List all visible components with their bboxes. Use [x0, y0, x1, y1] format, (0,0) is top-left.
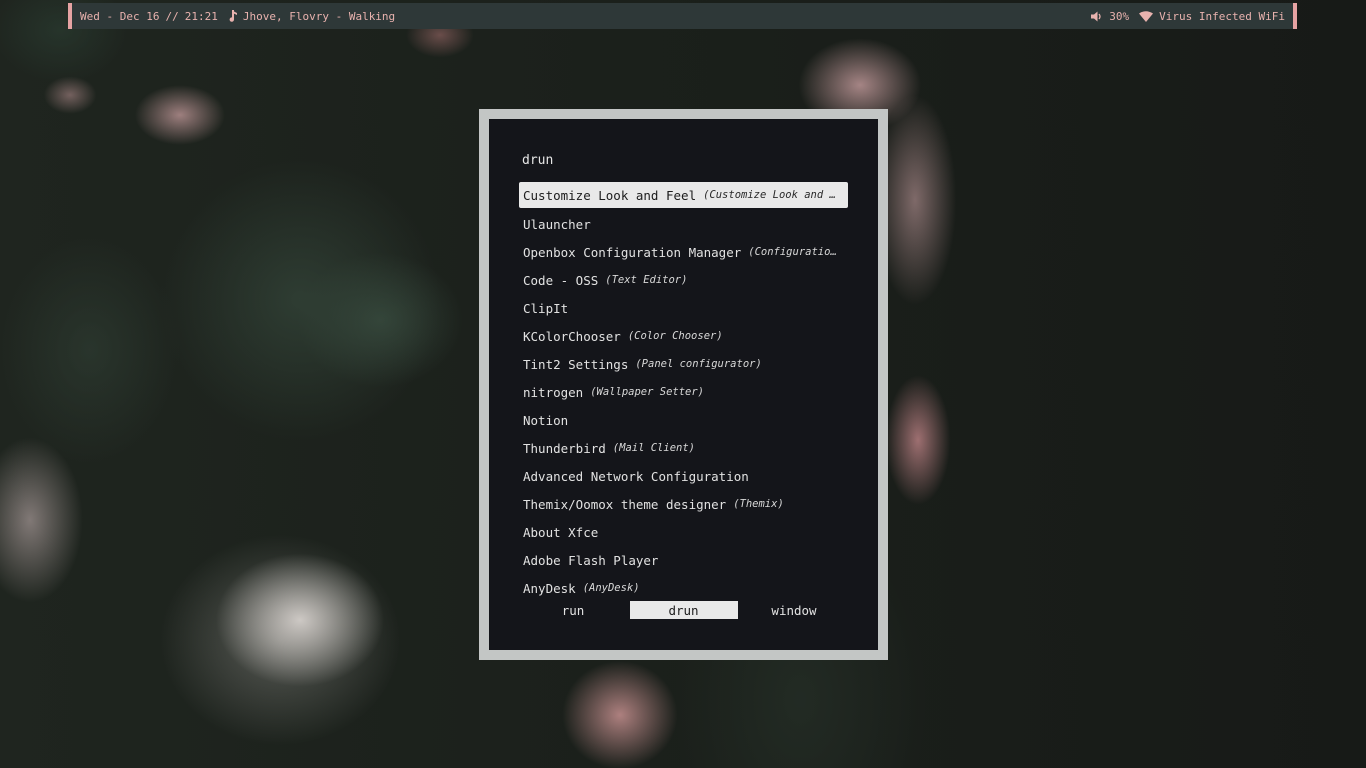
list-item[interactable]: Customize Look and Feel (Customize Look …: [519, 182, 848, 208]
app-description: (Text Editor): [605, 274, 688, 286]
list-item[interactable]: Themix/Oomox theme designer (Themix): [519, 490, 848, 518]
volume-label[interactable]: 30%: [1109, 10, 1129, 23]
app-name: Tint2 Settings: [523, 356, 629, 372]
list-item[interactable]: Ulauncher: [519, 210, 848, 238]
mode-button-run[interactable]: run: [519, 601, 627, 619]
list-item[interactable]: About Xfce: [519, 518, 848, 546]
launcher-main: drun Customize Look and Feel (Customize …: [489, 119, 878, 650]
app-description: (Themix): [733, 498, 784, 510]
app-description: (Wallpaper Setter): [590, 386, 705, 398]
app-description: (Mail Client): [612, 442, 695, 454]
app-description: (Customize Look and Feel): [703, 189, 842, 201]
time-label: 21:21: [184, 9, 218, 23]
app-name: KColorChooser: [523, 328, 621, 344]
date-label: Wed - Dec 16: [80, 9, 160, 23]
list-item[interactable]: Adobe Flash Player: [519, 546, 848, 574]
list-item[interactable]: Openbox Configuration Manager (Configura…: [519, 238, 848, 266]
bar-left-group: Wed - Dec 16 // 21:21 Jhove, Flovry - Wa…: [80, 10, 395, 23]
list-item[interactable]: Code - OSS (Text Editor): [519, 266, 848, 294]
app-name: Themix/Oomox theme designer: [523, 496, 727, 512]
list-item[interactable]: Notion: [519, 406, 848, 434]
mode-switcher: run drun window: [519, 601, 848, 619]
time-separator: //: [165, 9, 179, 23]
speaker-icon[interactable]: [1091, 11, 1103, 22]
app-name: Code - OSS: [523, 272, 599, 288]
app-description: (Color Chooser): [627, 330, 723, 342]
list-item[interactable]: ClipIt: [519, 294, 848, 322]
app-name: Adobe Flash Player: [523, 552, 659, 568]
list-item[interactable]: Advanced Network Configuration: [519, 462, 848, 490]
app-name: Openbox Configuration Manager: [523, 244, 742, 260]
app-description: (Configuration Ma…: [748, 246, 842, 258]
list-item[interactable]: KColorChooser (Color Chooser): [519, 322, 848, 350]
app-name: Advanced Network Configuration: [523, 468, 749, 484]
application-list: Customize Look and Feel (Customize Look …: [519, 182, 848, 602]
app-description: (Panel configurator): [635, 358, 762, 370]
app-name: Ulauncher: [523, 216, 591, 232]
list-item[interactable]: Thunderbird (Mail Client): [519, 434, 848, 462]
mode-button-window[interactable]: window: [740, 601, 848, 619]
app-name: About Xfce: [523, 524, 599, 540]
list-item[interactable]: AnyDesk (AnyDesk): [519, 574, 848, 602]
app-name: AnyDesk: [523, 580, 576, 596]
app-name: Customize Look and Feel: [523, 187, 697, 203]
wifi-icon[interactable]: [1139, 10, 1154, 22]
now-playing-label[interactable]: Jhove, Flovry - Walking: [243, 10, 395, 23]
app-name: ClipIt: [523, 300, 569, 316]
top-status-bar: Wed - Dec 16 // 21:21 Jhove, Flovry - Wa…: [68, 3, 1297, 29]
app-name: Notion: [523, 412, 569, 428]
list-item[interactable]: nitrogen (Wallpaper Setter): [519, 378, 848, 406]
mode-button-drun[interactable]: drun: [629, 601, 738, 619]
app-name: nitrogen: [523, 384, 584, 400]
launcher-prompt-input[interactable]: drun: [522, 153, 553, 168]
network-label[interactable]: Virus Infected WiFi: [1159, 10, 1285, 23]
bar-right-group: 30% Virus Infected WiFi: [1091, 10, 1285, 23]
rofi-launcher-window: drun Customize Look and Feel (Customize …: [479, 109, 888, 660]
app-description: (AnyDesk): [582, 582, 640, 594]
app-name: Thunderbird: [523, 440, 606, 456]
music-note-icon: [228, 10, 237, 22]
list-item[interactable]: Tint2 Settings (Panel configurator): [519, 350, 848, 378]
